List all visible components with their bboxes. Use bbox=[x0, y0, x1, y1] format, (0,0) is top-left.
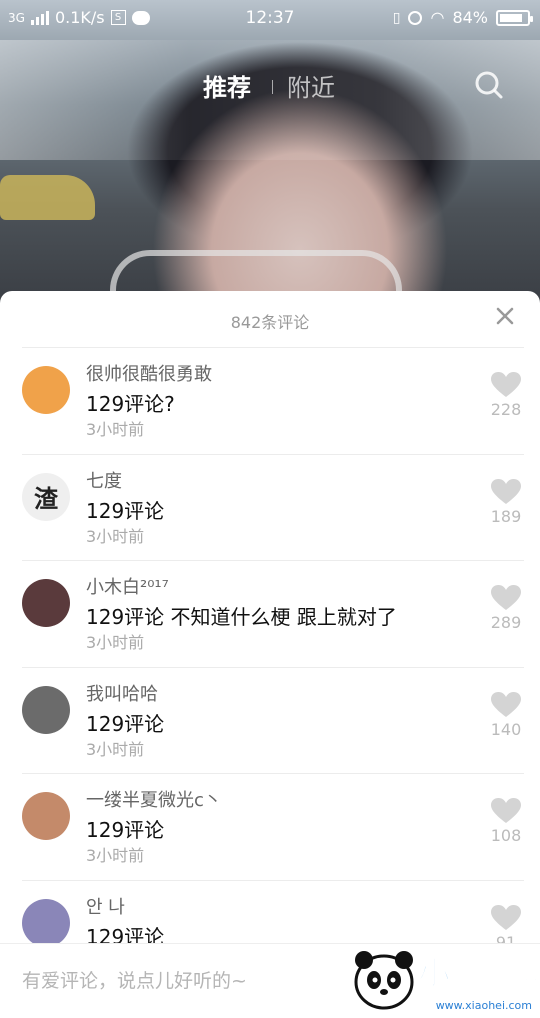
wifi-icon: ◠ bbox=[430, 8, 445, 27]
avatar[interactable] bbox=[22, 685, 70, 734]
background-car bbox=[0, 175, 95, 220]
comment-input-bar: 小黑游戏 www.xiaohei.com bbox=[0, 943, 540, 1018]
comment-username[interactable]: 我叫哈哈 bbox=[86, 680, 158, 706]
battery-icon bbox=[496, 9, 533, 26]
heart-icon bbox=[491, 372, 521, 397]
avatar[interactable] bbox=[22, 366, 70, 414]
comment-time: 3小时前 bbox=[86, 739, 145, 759]
like-button[interactable]: 228 bbox=[488, 372, 524, 419]
search-icon bbox=[475, 71, 503, 99]
comments-count-title: 842条评论 bbox=[230, 313, 310, 332]
alarm-icon bbox=[408, 10, 423, 25]
comment-time: 3小时前 bbox=[86, 420, 145, 439]
tab-divider bbox=[272, 80, 273, 94]
like-button[interactable]: 189 bbox=[488, 478, 524, 526]
comment-time: 3小时前 bbox=[86, 633, 145, 652]
comment-text: 129评论 bbox=[86, 818, 165, 842]
comment-text: 129评论 bbox=[86, 711, 165, 736]
vibrate-icon: ▯ bbox=[392, 9, 401, 26]
like-count: 228 bbox=[490, 400, 522, 419]
avatar[interactable] bbox=[22, 792, 70, 840]
status-bar: 3G 0.1K/s S 12:37 ▯ ◠ 84% bbox=[0, 0, 540, 36]
watermark-url: www.xiaohei.com bbox=[435, 999, 532, 1012]
comment-text: 129评论 不知道什么梗 跟上就对了 bbox=[86, 605, 397, 629]
top-nav: 推荐 附近 bbox=[0, 68, 540, 108]
heart-icon bbox=[491, 798, 521, 823]
search-button[interactable] bbox=[474, 70, 504, 100]
heart-icon bbox=[491, 478, 521, 504]
like-count: 289 bbox=[490, 613, 522, 632]
comment-username[interactable]: 七度 bbox=[86, 467, 122, 493]
comment-item[interactable]: 很帅很酷很勇敢 129评论? 3小时前 228 bbox=[22, 347, 524, 454]
close-icon bbox=[496, 307, 514, 325]
like-count: 140 bbox=[490, 719, 522, 739]
like-count: 189 bbox=[490, 506, 522, 526]
watermark-brand: 小黑游戏 bbox=[418, 954, 536, 992]
comment-list[interactable]: 很帅很酷很勇敢 129评论? 3小时前 228 渣 七度 129评论 3小时前 … bbox=[0, 347, 540, 986]
comment-item[interactable]: 我叫哈哈 129评论 3小时前 140 bbox=[22, 666, 524, 774]
comment-item[interactable]: 一缕半夏微光c丶 129评论 3小时前 108 bbox=[22, 773, 524, 880]
like-button[interactable]: 108 bbox=[488, 798, 524, 845]
comments-panel: 842条评论 很帅很酷很勇敢 129评论? 3小时前 228 渣 七度 129评… bbox=[0, 291, 540, 1017]
avatar[interactable] bbox=[22, 898, 70, 947]
close-button[interactable] bbox=[494, 305, 516, 327]
comment-time: 3小时前 bbox=[86, 846, 145, 865]
like-count: 108 bbox=[490, 826, 522, 845]
comment-text: 129评论? bbox=[86, 392, 175, 416]
comment-item[interactable]: 小木白²⁰¹⁷ 129评论 不知道什么梗 跟上就对了 3小时前 289 bbox=[22, 560, 524, 667]
like-button[interactable]: 289 bbox=[488, 585, 524, 632]
like-button[interactable]: 140 bbox=[488, 691, 524, 739]
comment-time: 3小时前 bbox=[86, 526, 145, 546]
status-right: ▯ ◠ 84% bbox=[392, 8, 533, 27]
tab-nearby[interactable]: 附近 bbox=[287, 68, 335, 103]
comment-text: 129评论 bbox=[86, 498, 165, 523]
heart-icon bbox=[491, 691, 521, 717]
comment-item[interactable]: 渣 七度 129评论 3小时前 189 bbox=[22, 453, 524, 561]
comment-username[interactable]: 안 나 bbox=[86, 893, 125, 919]
comment-username[interactable]: 小木白²⁰¹⁷ bbox=[86, 573, 169, 599]
avatar[interactable] bbox=[22, 579, 70, 627]
video-background[interactable] bbox=[0, 0, 540, 316]
heart-icon bbox=[491, 904, 521, 930]
heart-icon bbox=[491, 585, 521, 610]
comment-username[interactable]: 一缕半夏微光c丶 bbox=[86, 786, 222, 812]
tab-recommend[interactable]: 推荐 bbox=[203, 68, 251, 103]
comment-username[interactable]: 很帅很酷很勇敢 bbox=[86, 360, 212, 386]
battery-percent: 84% bbox=[452, 8, 488, 27]
avatar[interactable]: 渣 bbox=[22, 472, 70, 521]
